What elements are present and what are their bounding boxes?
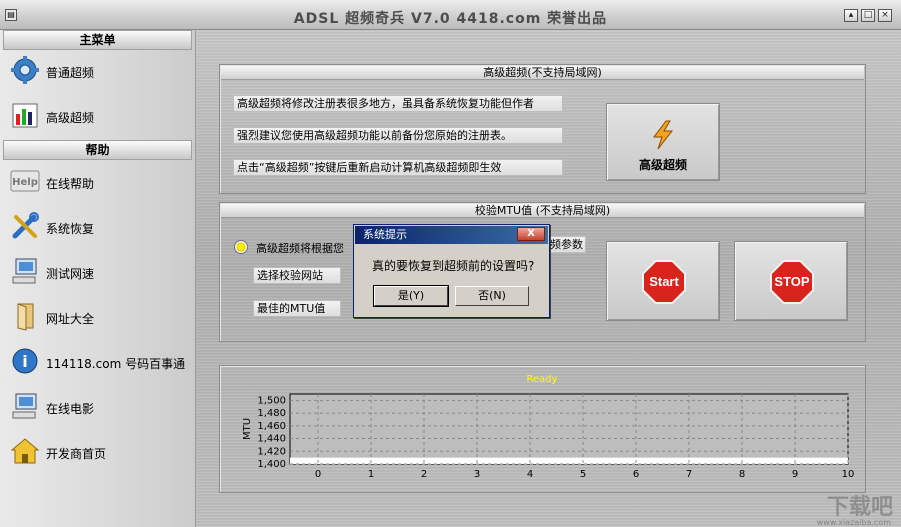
home-icon bbox=[10, 438, 40, 464]
sidebar-item-normal-overclock[interactable]: 普通超频 bbox=[8, 52, 188, 90]
x-tick-label: 5 bbox=[580, 469, 586, 480]
sidebar-item-speed-test[interactable]: 测试网速 bbox=[8, 253, 188, 291]
x-tick-label: 1 bbox=[368, 469, 374, 480]
sidebar-item-online-movie[interactable]: 在线电影 bbox=[8, 388, 188, 426]
no-button[interactable]: 否(N) bbox=[455, 286, 529, 306]
sidebar-item-114118[interactable]: i 114118.com 号码百事通 bbox=[8, 343, 188, 381]
sidebar-item-label: 114118.com 号码百事通 bbox=[46, 357, 186, 371]
plot-area bbox=[289, 393, 849, 465]
stop-button[interactable]: STOP bbox=[734, 241, 848, 321]
x-tick-label: 8 bbox=[739, 469, 745, 480]
svg-text:Help: Help bbox=[12, 177, 38, 188]
dialog-close-button[interactable]: X bbox=[517, 227, 545, 241]
sidebar-item-label: 在线帮助 bbox=[46, 177, 95, 191]
watermark-url: www.xiazaiba.com bbox=[816, 518, 891, 527]
note-line: 点击“高级超频”按键后重新启动计算机高级超频即生效 bbox=[233, 159, 563, 176]
x-tick-label: 6 bbox=[633, 469, 639, 480]
x-tick-label: 2 bbox=[421, 469, 427, 480]
sidebar-item-developer-home[interactable]: 开发商首页 bbox=[8, 433, 188, 471]
radio-label-tail: 频参数 bbox=[546, 236, 586, 253]
sidebar-item-system-restore[interactable]: 系统恢复 bbox=[8, 208, 188, 246]
start-button[interactable]: Start bbox=[606, 241, 720, 321]
sidebar-item-url-directory[interactable]: 网址大全 bbox=[8, 298, 188, 336]
sidebar-item-label: 开发商首页 bbox=[46, 447, 107, 461]
plot-baseline-band bbox=[290, 457, 848, 464]
start-octagon: Start bbox=[644, 262, 684, 302]
mtu-chart-panel: Ready 1,400 1,420 1,440 1,460 1,480 1,500 0 1 2 3 4… bbox=[219, 365, 866, 493]
chart-icon bbox=[12, 103, 38, 128]
door-icon bbox=[17, 303, 34, 331]
watermark: 下载吧 bbox=[826, 495, 893, 520]
sidebar-item-label: 系统恢复 bbox=[46, 222, 95, 236]
advanced-overclock-button-label: 高级超频 bbox=[638, 158, 687, 172]
y-tick-label: 1,420 bbox=[257, 446, 286, 457]
title-bar: ▤ ADSL 超频奇兵 V7.0 4418.com 荣誉出品 ▴ □ × bbox=[0, 0, 901, 30]
x-tick-label: 3 bbox=[474, 469, 480, 480]
dialog-message: 真的要恢复到超频前的设置吗? bbox=[372, 259, 535, 273]
computer-icon bbox=[12, 258, 37, 284]
maximize-button[interactable]: □ bbox=[861, 9, 875, 22]
y-tick-label: 1,480 bbox=[257, 408, 286, 419]
computer-icon bbox=[12, 393, 37, 419]
mtu-chart: Ready 1,400 1,4201,440 1,460 1,480 1,500 0 1 2 3 4… bbox=[242, 374, 855, 480]
sidebar-item-label: 网址大全 bbox=[46, 312, 95, 326]
lightning-icon bbox=[653, 120, 674, 150]
site-label: 选择校验网站 bbox=[253, 267, 341, 284]
help-icon: Help bbox=[10, 170, 40, 192]
x-tick-label: 9 bbox=[792, 469, 798, 480]
radio-label: 高级超频将根据您 bbox=[256, 242, 344, 255]
sidebar-item-label: 普通超频 bbox=[46, 66, 95, 80]
chart-title: Ready bbox=[526, 374, 557, 385]
note-line: 高级超频将修改注册表很多地方，虽具备系统恢复功能但作者 bbox=[233, 95, 563, 112]
x-tick-label: 0 bbox=[315, 469, 321, 480]
y-tick-label: 1,440 bbox=[257, 434, 286, 445]
yes-button[interactable]: 是(Y) bbox=[373, 285, 449, 307]
note-line: 强烈建议您使用高级超频功能以前备份您原始的注册表。 bbox=[233, 127, 563, 144]
x-tick-label: 4 bbox=[527, 469, 533, 480]
close-button[interactable]: × bbox=[878, 9, 892, 22]
gear-icon bbox=[11, 56, 39, 84]
y-axis-label: MTU bbox=[242, 418, 253, 440]
advanced-overclock-button[interactable]: 高级超频 bbox=[606, 103, 720, 181]
tools-icon bbox=[12, 212, 39, 239]
best-mtu-label: 最佳的MTU值 bbox=[253, 300, 341, 317]
panel-header: 高级超频(不支持局域网) bbox=[221, 66, 864, 80]
svg-text:i: i bbox=[22, 352, 27, 371]
sidebar-item-label: 在线电影 bbox=[46, 402, 95, 416]
y-tick-label: 1,400 bbox=[257, 459, 286, 470]
sidebar: 主菜单 普通超频 高级超频 帮助 Help 在线帮助 系统恢复 测试网速 网址大… bbox=[0, 30, 196, 527]
x-tick-label: 10 bbox=[842, 469, 855, 480]
confirm-dialog: 系统提示 X 真的要恢复到超频前的设置吗? 是(Y) 否(N) bbox=[353, 224, 550, 318]
y-tick-label: 1,460 bbox=[257, 421, 286, 432]
sidebar-item-online-help[interactable]: Help 在线帮助 bbox=[8, 163, 188, 201]
help-header: 帮助 bbox=[3, 140, 192, 160]
minimize-button[interactable]: ▴ bbox=[844, 9, 858, 22]
stop-octagon: STOP bbox=[772, 262, 812, 302]
main-menu-header: 主菜单 bbox=[3, 30, 192, 50]
sidebar-item-label: 测试网速 bbox=[46, 267, 95, 281]
panel-header: 校验MTU值 (不支持局域网) bbox=[221, 204, 864, 218]
sidebar-item-label: 高级超频 bbox=[46, 111, 95, 125]
auto-param-radio[interactable] bbox=[234, 240, 248, 254]
sidebar-item-advanced-overclock[interactable]: 高级超频 bbox=[8, 97, 188, 135]
y-tick-label: 1,500 bbox=[257, 395, 286, 406]
advanced-overclock-panel: 高级超频(不支持局域网) 高级超频将修改注册表很多地方，虽具备系统恢复功能但作者… bbox=[219, 64, 866, 194]
window-title: ADSL 超频奇兵 V7.0 4418.com 荣誉出品 bbox=[293, 11, 608, 27]
x-tick-label: 7 bbox=[686, 469, 692, 480]
info-icon: i bbox=[12, 348, 38, 374]
